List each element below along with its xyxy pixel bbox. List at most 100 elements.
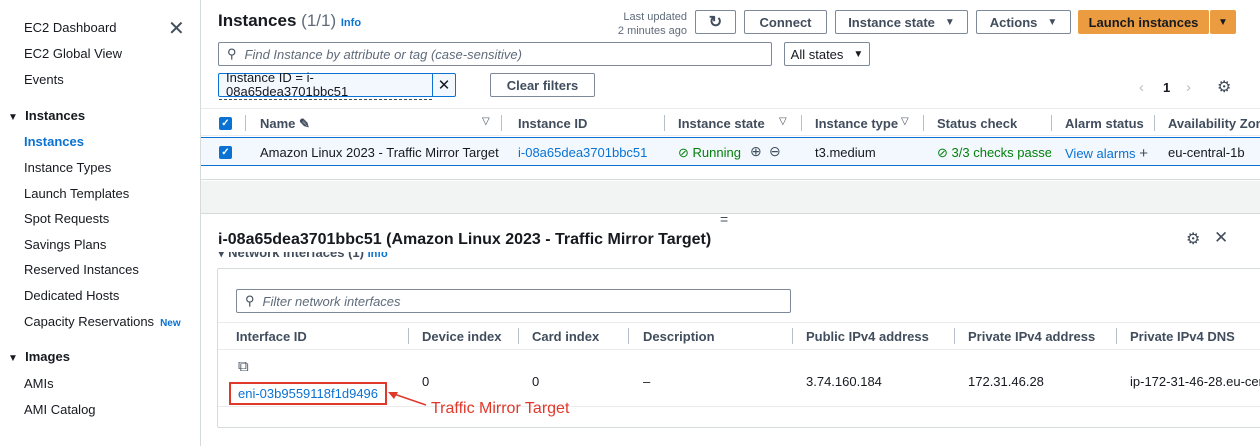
column-availability-zone[interactable]: Availability Zone [1168,116,1260,131]
actions-button[interactable]: Actions ▼ [976,10,1071,34]
nav-spot-requests[interactable]: Spot Requests [24,211,109,226]
caret-down-icon: ▼ [853,48,864,60]
close-icon[interactable]: ✕ [168,16,185,41]
nav-section-images[interactable]: ▼ Images [8,349,70,364]
column-card-index[interactable]: Card index [532,329,599,344]
nav-amis[interactable]: AMIs [24,376,54,391]
details-title: i-08a65dea3701bbc51 (Amazon Linux 2023 -… [218,231,712,248]
caret-down-icon: ▼ [1047,16,1058,28]
split-gap [201,181,1260,213]
next-page-icon[interactable]: › [1186,79,1191,96]
info-link[interactable]: Info [341,17,361,29]
new-badge: New [160,318,181,329]
network-interfaces-table: ⚲ Filter network interfaces Interface ID … [217,268,1260,428]
nav-ec2-dashboard[interactable]: EC2 Dashboard [24,20,117,35]
launch-dropdown-button[interactable]: ▼ [1210,10,1236,34]
plus-icon: + [1139,145,1148,162]
nav-ami-catalog[interactable]: AMI Catalog [24,402,96,417]
nav-instance-types[interactable]: Instance Types [24,160,111,175]
search-icon: ⚲ [245,293,255,308]
refresh-button[interactable]: ↻ [695,10,736,34]
column-alarm-status[interactable]: Alarm status [1065,116,1144,131]
filter-network-interfaces-input[interactable]: ⚲ Filter network interfaces [236,289,791,313]
nav-section-instances[interactable]: ▼ Instances [8,108,85,123]
section-label: Images [25,349,70,364]
column-interface-id[interactable]: Interface ID [236,329,307,344]
column-public-ipv4[interactable]: Public IPv4 address [806,329,929,344]
column-description[interactable]: Description [643,329,715,344]
availability-zone: eu-central-1b [1168,145,1245,160]
instance-id-link[interactable]: i-08a65dea3701bbc51 [518,145,647,160]
connect-button[interactable]: Connect [744,10,827,34]
instance-type: t3.medium [815,145,876,160]
section-header-clipped: ▾ Network interfaces (1) Info [218,252,388,260]
annotation-arrow-icon [388,392,427,406]
states-select[interactable]: All states ▼ [784,42,870,66]
sort-icon[interactable]: ▽ [901,116,909,127]
status-check: ⊘ 3/3 checks passed [937,145,1051,160]
instance-state-button[interactable]: Instance state ▼ [835,10,968,34]
filter-token: Instance ID = i-08a65dea3701bbc51 ✕ [218,70,456,100]
column-private-dns[interactable]: Private IPv4 DNS [1130,329,1235,344]
zoom-out-icon[interactable]: ⊖ [769,143,781,160]
instance-state: ⊘ Running [678,145,741,160]
nav-label: Capacity Reservations [24,314,155,329]
view-alarms-link[interactable]: View alarms + [1065,145,1148,162]
instance-name: Amazon Linux 2023 - Traffic Mirror Targe… [260,145,499,160]
page-number[interactable]: 1 [1163,80,1170,95]
last-updated: Last updated 2 minutes ago [617,11,687,37]
column-status-check[interactable]: Status check [937,116,1017,131]
prev-page-icon[interactable]: ‹ [1139,79,1144,96]
close-icon[interactable]: ✕ [1214,228,1228,248]
public-ipv4: 3.74.160.184 [806,374,882,389]
nav-ec2-global-view[interactable]: EC2 Global View [24,46,122,61]
caret-down-icon: ▼ [944,16,955,28]
select-all-checkbox[interactable]: ✓ [219,117,232,130]
clear-filters-button[interactable]: Clear filters [490,73,595,97]
nav-savings-plans[interactable]: Savings Plans [24,237,106,252]
row-checkbox[interactable]: ✓ [219,146,232,159]
column-name[interactable]: Name ✎ [260,116,310,132]
copy-icon[interactable]: ⧉ [238,358,249,375]
page-title: Instances (1/1) Info [218,11,362,30]
sort-icon[interactable]: ▽ [779,116,787,127]
nav-capacity-reservations[interactable]: Capacity Reservations New [24,314,181,329]
section-label: Instances [25,108,86,123]
nav-launch-templates[interactable]: Launch Templates [24,186,129,201]
eni-link[interactable]: eni-03b9559118f1d9496 [229,382,388,405]
card-index: 0 [532,374,540,389]
instance-search-input[interactable]: ⚲ Find Instance by attribute or tag (case… [218,42,772,66]
instances-panel: Instances (1/1) Info Last updated 2 minut… [201,0,1260,180]
table-header: Interface ID Device index Card index Des… [218,322,1260,350]
private-dns: ip-172-31-46-28.eu-central-1.compute.int… [1130,374,1260,389]
description: – [643,374,651,389]
table-header: ✓ Name ✎ ▽ Instance ID Instance state ▽ … [201,108,1260,136]
nav-dedicated-hosts[interactable]: Dedicated Hosts [24,288,119,303]
sort-icon[interactable]: ▽ [482,116,490,127]
caret-down-icon: ▼ [8,353,18,364]
column-instance-id[interactable]: Instance ID [518,116,587,131]
column-instance-type[interactable]: Instance type [815,116,898,131]
launch-instances-button[interactable]: Launch instances [1078,10,1209,34]
private-ipv4: 172.31.46.28 [968,374,1044,389]
zoom-in-icon[interactable]: ⊕ [750,143,762,160]
settings-icon[interactable]: ⚙ [1186,229,1200,249]
check-circle-icon: ⊘ [678,145,689,160]
device-index: 0 [422,374,430,389]
column-instance-state[interactable]: Instance state [678,116,765,131]
nav-reserved-instances[interactable]: Reserved Instances [24,262,139,277]
table-row[interactable]: ✓ Amazon Linux 2023 - Traffic Mirror Tar… [201,137,1260,166]
check-circle-icon: ⊘ [937,145,948,160]
column-private-ipv4[interactable]: Private IPv4 address [968,329,1095,344]
nav-instances[interactable]: Instances [24,134,84,149]
settings-icon[interactable]: ⚙ [1217,77,1231,97]
filter-token-label: Instance ID = i-08a65dea3701bbc51 [219,70,433,100]
refresh-icon: ↻ [708,14,723,31]
remove-filter-icon[interactable]: ✕ [432,74,455,96]
caret-down-icon: ▼ [1218,16,1228,28]
annotation-label: Traffic Mirror Target [431,400,570,417]
column-device-index[interactable]: Device index [422,329,502,344]
nav-events[interactable]: Events [24,72,64,87]
edit-icon: ✎ [299,116,310,131]
table-row: ⧉ eni-03b9559118f1d9496 0 0 – 3.74.160.1… [218,351,1260,407]
